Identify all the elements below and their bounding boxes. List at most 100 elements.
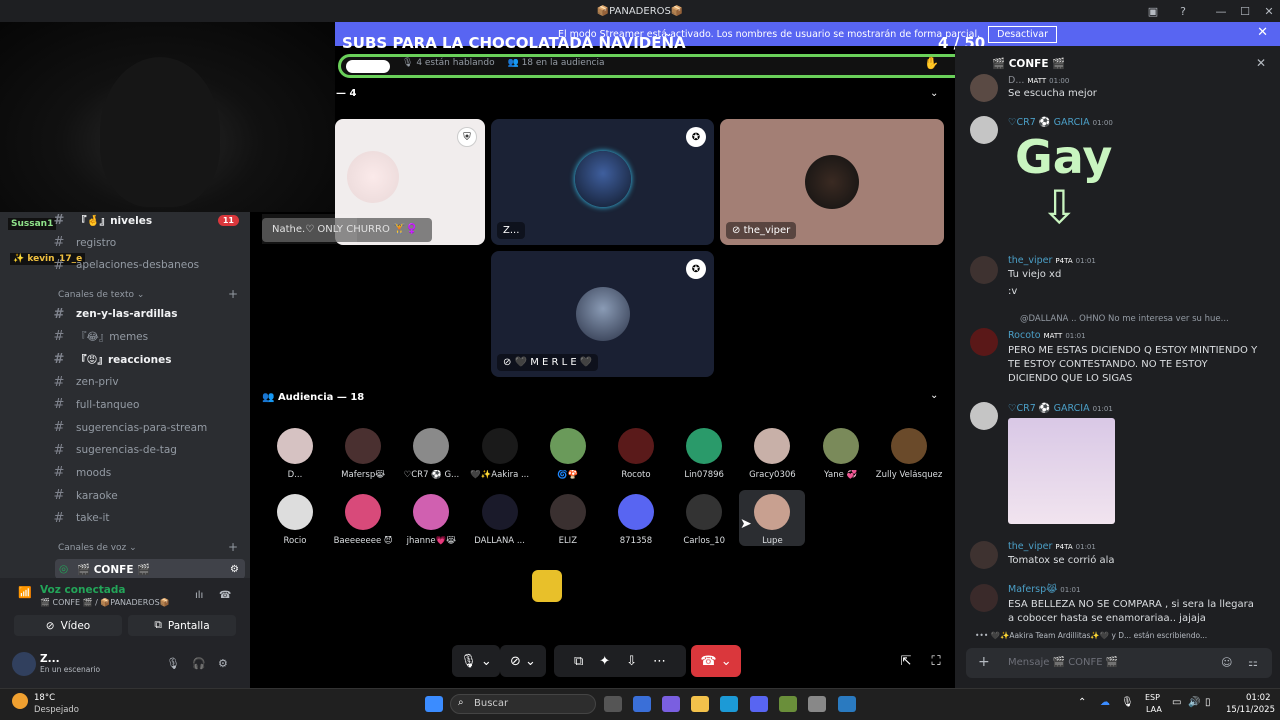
- avatar[interactable]: [970, 584, 998, 612]
- discord-icon[interactable]: [750, 696, 768, 712]
- avatar[interactable]: [970, 74, 998, 102]
- copilot-icon[interactable]: [662, 696, 680, 712]
- channel-item[interactable]: # take-it: [50, 507, 245, 529]
- avatar[interactable]: [970, 116, 998, 144]
- channel-item[interactable]: # sugerencias-de-tag: [50, 439, 245, 461]
- audience-member[interactable]: 🖤✨Aakira ...: [467, 428, 533, 480]
- channel-item[interactable]: # zen-priv: [50, 371, 245, 393]
- add-channel-icon[interactable]: +: [228, 540, 238, 554]
- windows-start-icon[interactable]: [425, 696, 443, 712]
- app-icon[interactable]: [779, 696, 797, 712]
- tray-icon[interactable]: ☁: [1100, 697, 1110, 708]
- volume-icon[interactable]: 🔊: [1188, 697, 1200, 708]
- leave-stage-button[interactable]: ☎ ⌄: [691, 645, 741, 677]
- weather-temp[interactable]: 18°C: [34, 693, 55, 703]
- audience-member[interactable]: D...: [262, 428, 328, 480]
- file-explorer-icon[interactable]: [691, 696, 709, 712]
- more-icon[interactable]: ⋯: [653, 654, 666, 669]
- speaker-tile-3[interactable]: ⊘ the_viper: [720, 119, 944, 245]
- language-layout[interactable]: LAA: [1146, 705, 1162, 714]
- channel-item[interactable]: # 『😡』reacciones: [50, 348, 245, 370]
- clock-time[interactable]: 01:02: [1246, 693, 1271, 703]
- taskbar-search[interactable]: [450, 694, 596, 714]
- maximize-button[interactable]: ☐: [1232, 0, 1258, 22]
- voice-category[interactable]: Canales de voz ⌄: [58, 543, 137, 553]
- add-channel-icon[interactable]: +: [228, 287, 238, 301]
- apps-icon[interactable]: ⚏: [1248, 656, 1258, 669]
- avatar[interactable]: [12, 652, 36, 676]
- edge-icon[interactable]: [720, 696, 738, 712]
- chat-image[interactable]: [1008, 418, 1115, 524]
- text-category[interactable]: Canales de texto ⌄: [58, 290, 144, 300]
- network-icon[interactable]: ▭: [1172, 697, 1181, 708]
- camera-button[interactable]: ⊘ ⌄: [500, 645, 546, 677]
- channel-item[interactable]: # registro: [50, 232, 245, 254]
- weather-icon[interactable]: [12, 693, 28, 709]
- app-icon[interactable]: [838, 696, 856, 712]
- audience-member[interactable]: 871358: [603, 494, 669, 546]
- sound-wave-icon[interactable]: ılı: [195, 590, 203, 601]
- add-attachment-icon[interactable]: +: [978, 654, 990, 670]
- audience-member[interactable]: jhanne💗😹: [398, 494, 464, 546]
- headphones-icon[interactable]: 🎧: [192, 657, 206, 670]
- language-indicator[interactable]: ESP: [1145, 693, 1160, 702]
- disconnect-icon[interactable]: ☎: [219, 590, 231, 601]
- weather-desc[interactable]: Despejado: [34, 705, 79, 715]
- channel-settings-icon[interactable]: ⚙: [230, 564, 239, 575]
- emoji-icon[interactable]: ☺: [1221, 656, 1232, 669]
- minimize-button[interactable]: —: [1208, 0, 1234, 22]
- audience-member[interactable]: Rocoto: [603, 428, 669, 480]
- message-input[interactable]: Mensaje 🎬 CONFE 🎬: [1008, 657, 1118, 668]
- channel-item[interactable]: # moods: [50, 462, 245, 484]
- microphone-tray-icon[interactable]: 🎙: [1121, 697, 1134, 708]
- mic-button[interactable]: 🎙 ⌄: [452, 645, 500, 677]
- audience-member[interactable]: 🌀🍄: [535, 428, 601, 480]
- audience-member[interactable]: Zully Velásquez: [876, 428, 942, 480]
- audience-member[interactable]: Lin07896: [671, 428, 737, 480]
- app-icon[interactable]: [808, 696, 826, 712]
- channel-item[interactable]: # karaoke: [50, 485, 245, 507]
- voice-status[interactable]: Voz conectada: [40, 584, 126, 596]
- channel-item[interactable]: # sugerencias-para-stream: [50, 417, 245, 439]
- audience-member[interactable]: Gracy0306: [739, 428, 805, 480]
- close-icon[interactable]: ✕: [1257, 25, 1268, 40]
- screen-share-button[interactable]: ⧉ Pantalla: [128, 615, 236, 636]
- close-chat-icon[interactable]: ✕: [1256, 56, 1266, 70]
- clock-date[interactable]: 15/11/2025: [1226, 705, 1275, 715]
- audience-member[interactable]: DALLANA ...: [467, 494, 533, 546]
- channel-item[interactable]: # apelaciones-desbaneos: [50, 254, 245, 276]
- fullscreen-icon[interactable]: ⛶: [925, 645, 947, 677]
- channel-item[interactable]: # 『🤞』niveles 11: [50, 209, 245, 231]
- microphone-icon[interactable]: 🎙: [166, 657, 180, 670]
- audience-member[interactable]: Yane 💞: [808, 428, 874, 480]
- help-icon[interactable]: ?: [1170, 0, 1196, 22]
- voice-channel-item[interactable]: ◎ 🎬 CONFE 🎬 ⚙: [55, 559, 245, 579]
- close-button[interactable]: ✕: [1256, 0, 1280, 22]
- channel-item[interactable]: # 『😂』memes: [50, 326, 245, 348]
- audience-member[interactable]: Baeeeeeee 😈: [330, 494, 396, 546]
- avatar[interactable]: [970, 256, 998, 284]
- reply-preview[interactable]: @DALLANA .. OHÑO No me interesa ver su h…: [1020, 314, 1275, 324]
- speaker-tile-2[interactable]: ✪ Z...: [491, 119, 714, 245]
- disable-streamer-button[interactable]: Desactivar: [988, 25, 1057, 43]
- speaker-tile-4[interactable]: ✪ ⊘ 🖤 M E R L E 🖤: [491, 251, 714, 377]
- chevron-down-icon[interactable]: ⌄: [930, 390, 938, 401]
- avatar[interactable]: [970, 402, 998, 430]
- audience-member[interactable]: Mafersp😹: [330, 428, 396, 480]
- audience-member[interactable]: Rocio: [262, 494, 328, 546]
- store-icon[interactable]: [633, 696, 651, 712]
- avatar[interactable]: [970, 328, 998, 356]
- avatar[interactable]: [970, 541, 998, 569]
- channel-item[interactable]: # full-tanqueo: [50, 394, 245, 416]
- move-to-audience-icon[interactable]: ⇩: [626, 654, 637, 669]
- channel-item[interactable]: # zen-y-las-ardillas: [50, 303, 245, 325]
- activities-icon[interactable]: ✦: [599, 654, 610, 669]
- pop-out-icon[interactable]: ⇱: [895, 645, 917, 677]
- battery-icon[interactable]: ▯: [1205, 697, 1211, 708]
- hand-raise-icon[interactable]: ✋: [924, 56, 939, 70]
- chevron-down-icon[interactable]: ⌄: [930, 88, 938, 99]
- audience-member[interactable]: ELIZ: [535, 494, 601, 546]
- voice-location[interactable]: 🎬 CONFE 🎬 / 📦PANADEROS📦: [40, 598, 170, 607]
- chevron-up-icon[interactable]: ⌃: [1078, 697, 1086, 708]
- inbox-icon[interactable]: ▣: [1140, 0, 1166, 22]
